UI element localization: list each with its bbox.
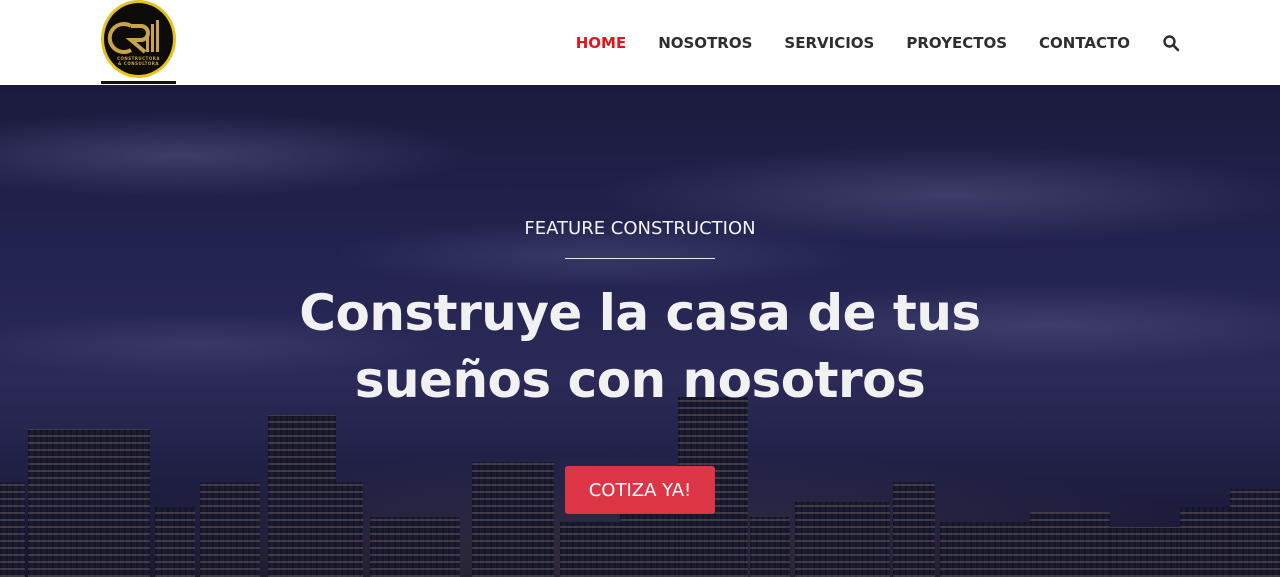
hero-eyebrow: FEATURE CONSTRUCTION bbox=[524, 218, 756, 239]
headline-line-2: sueños con nosotros bbox=[354, 351, 926, 409]
main-nav: HOME NOSOTROS SERVICIOS PROYECTOS CONTAC… bbox=[576, 0, 1280, 85]
nav-item-nosotros[interactable]: NOSOTROS bbox=[658, 34, 752, 52]
cotiza-button[interactable]: COTIZA YA! bbox=[565, 466, 715, 514]
search-icon[interactable] bbox=[1162, 34, 1180, 52]
logo-text-line2: & CONSULTORA bbox=[118, 61, 159, 66]
nav-item-home[interactable]: HOME bbox=[576, 34, 626, 52]
site-header: CONSTRUCTORA & CONSULTORA HOME NOSOTROS … bbox=[0, 0, 1280, 85]
nav-item-servicios[interactable]: SERVICIOS bbox=[784, 34, 874, 52]
logo[interactable]: CONSTRUCTORA & CONSULTORA bbox=[100, 0, 177, 85]
hero-section: FEATURE CONSTRUCTION Construye la casa d… bbox=[0, 85, 1280, 577]
hero-content: FEATURE CONSTRUCTION Construye la casa d… bbox=[0, 85, 1280, 577]
logo-underline bbox=[101, 81, 176, 84]
headline-line-1: Construye la casa de tus bbox=[299, 284, 981, 342]
nav-item-proyectos[interactable]: PROYECTOS bbox=[906, 34, 1007, 52]
hero-headline: Construye la casa de tus sueños con noso… bbox=[240, 280, 1040, 414]
eyebrow-divider bbox=[565, 258, 715, 259]
nav-item-contacto[interactable]: CONTACTO bbox=[1039, 34, 1130, 52]
logo-mark-icon bbox=[107, 20, 159, 54]
